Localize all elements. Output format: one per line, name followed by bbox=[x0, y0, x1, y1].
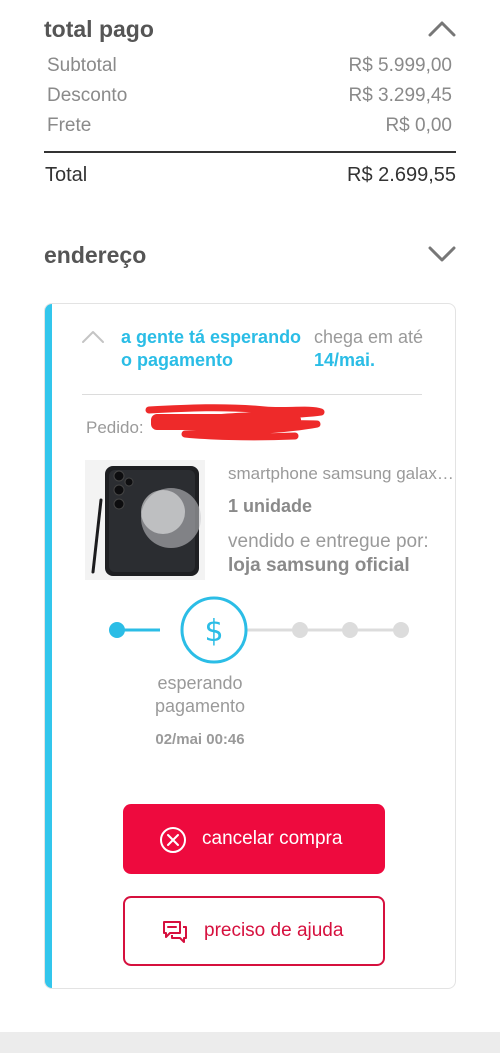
bottom-section-edge bbox=[0, 1032, 500, 1053]
subtotal-label: Subtotal bbox=[47, 55, 117, 76]
product-image[interactable] bbox=[85, 460, 205, 580]
step-pending-dot bbox=[292, 622, 308, 638]
seller-name: loja samsung oficial bbox=[228, 555, 410, 576]
cancel-purchase-label: cancelar compra bbox=[202, 828, 343, 849]
summary-divider bbox=[44, 151, 456, 153]
discount-row: Desconto R$ 3.299,45 bbox=[47, 85, 456, 111]
close-circle-icon bbox=[160, 827, 186, 853]
address-title: endereço bbox=[44, 242, 147, 268]
total-label: Total bbox=[45, 164, 88, 186]
redaction-scribble bbox=[145, 404, 325, 441]
step-pending-dot bbox=[393, 622, 409, 638]
card-accent-bar bbox=[45, 304, 52, 988]
address-header[interactable]: endereço bbox=[44, 238, 456, 272]
summary-title: total pago bbox=[44, 16, 154, 42]
chevron-up-icon[interactable] bbox=[428, 18, 456, 38]
discount-label: Desconto bbox=[47, 85, 128, 106]
shipping-row: Frete R$ 0,00 bbox=[47, 115, 456, 141]
order-label: Pedido: bbox=[86, 418, 144, 437]
seller-label: vendido e entregue por: bbox=[228, 531, 429, 552]
chevron-down-icon[interactable] bbox=[428, 244, 456, 264]
chevron-up-icon[interactable] bbox=[81, 328, 105, 344]
dollar-icon: $ bbox=[180, 596, 248, 664]
shipping-value: R$ 0,00 bbox=[385, 115, 452, 136]
step-done-dot bbox=[109, 622, 125, 638]
product-quantity: 1 unidade bbox=[228, 496, 313, 516]
order-card: a gente tá esperando o pagamento chega e… bbox=[44, 303, 456, 989]
subtotal-value: R$ 5.999,00 bbox=[348, 55, 452, 76]
cancel-purchase-button[interactable]: cancelar compra bbox=[123, 804, 385, 874]
step-pending-dot bbox=[342, 622, 358, 638]
arrival-prefix: chega em até bbox=[314, 327, 424, 347]
order-progress-tracker: $ bbox=[109, 596, 409, 664]
phone-image bbox=[85, 460, 205, 580]
svg-text:$: $ bbox=[204, 614, 223, 649]
product-name[interactable]: smartphone samsung galaxy s23 ultra bbox=[228, 464, 455, 484]
total-row: Total R$ 2.699,55 bbox=[44, 164, 456, 192]
help-label: preciso de ajuda bbox=[204, 920, 344, 941]
summary-header[interactable]: total pago bbox=[44, 12, 456, 46]
arrival-estimate: chega em até 14/mai. bbox=[314, 326, 454, 372]
total-value: R$ 2.699,55 bbox=[347, 164, 456, 186]
shipping-label: Frete bbox=[47, 115, 92, 136]
arrival-date: 14/mai. bbox=[314, 350, 376, 370]
discount-value: R$ 3.299,45 bbox=[348, 85, 452, 106]
chat-bubbles-icon bbox=[163, 921, 187, 943]
help-button[interactable]: preciso de ajuda bbox=[123, 896, 385, 966]
subtotal-row: Subtotal R$ 5.999,00 bbox=[47, 55, 456, 81]
current-step-label: esperando pagamento bbox=[154, 673, 246, 716]
card-divider bbox=[82, 394, 422, 395]
order-status: a gente tá esperando o pagamento bbox=[121, 327, 302, 370]
current-step-time: 02/mai 00:46 bbox=[155, 731, 245, 748]
